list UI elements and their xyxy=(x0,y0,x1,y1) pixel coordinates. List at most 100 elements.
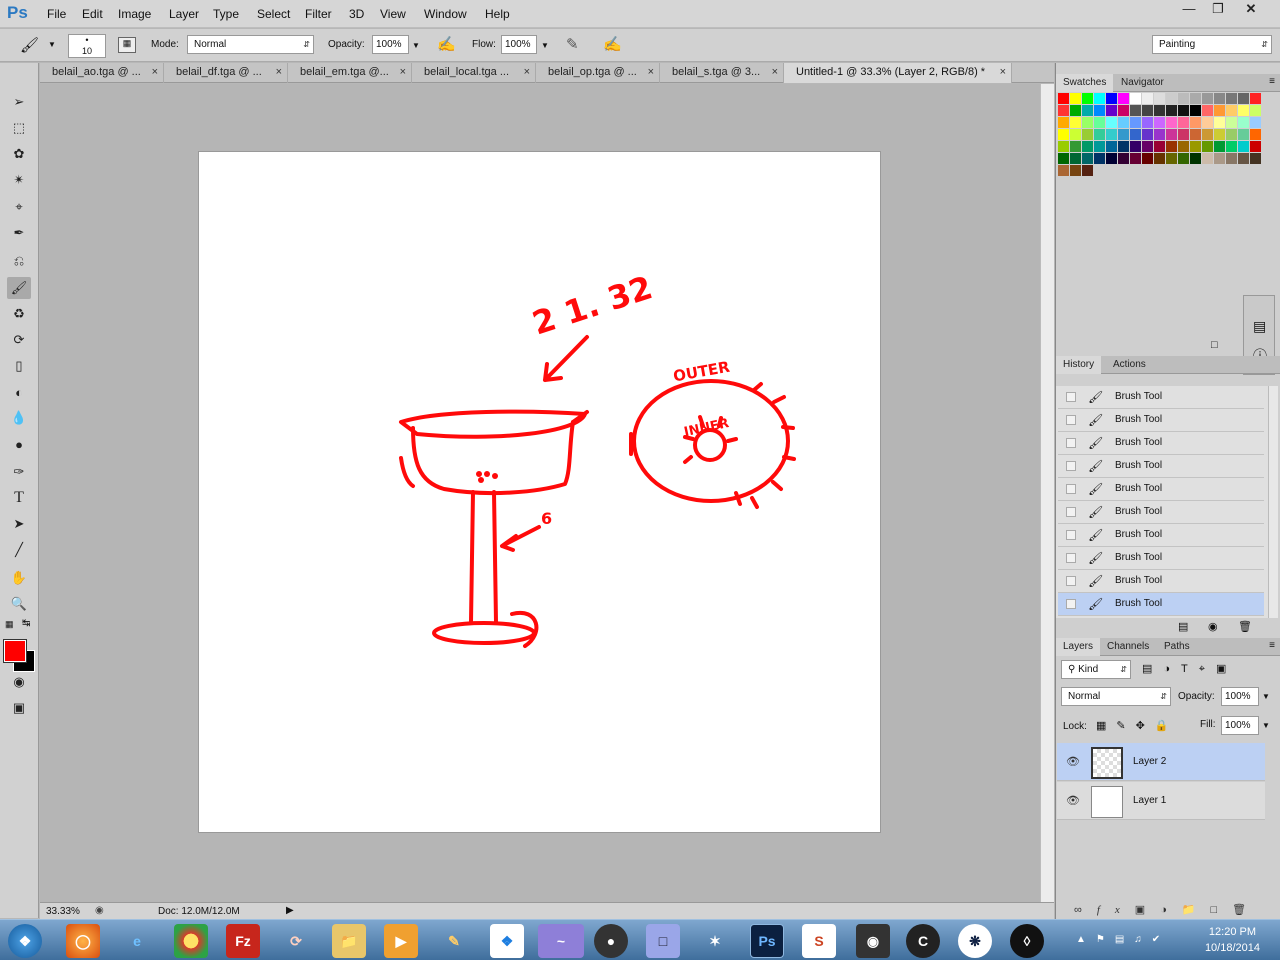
color-swatch[interactable] xyxy=(1094,129,1105,140)
paint-app-icon[interactable]: ✎ xyxy=(437,924,471,958)
color-swatch[interactable] xyxy=(1118,141,1129,152)
color-swatch[interactable] xyxy=(1166,93,1177,104)
color-swatch[interactable] xyxy=(1106,117,1117,128)
opacity-dropdown-icon[interactable]: ▼ xyxy=(412,41,420,50)
zoom-level[interactable]: 33.33% xyxy=(46,906,80,917)
color-swatch[interactable] xyxy=(1082,129,1093,140)
color-swatch[interactable] xyxy=(1058,129,1069,140)
layer-row-layer-1[interactable]: 👁 Layer 1 xyxy=(1057,782,1265,820)
clone-stamp-tool-icon[interactable]: ♻ xyxy=(7,303,31,325)
color-swatch[interactable] xyxy=(1166,141,1177,152)
line-tool-icon[interactable]: ╱ xyxy=(7,539,31,561)
color-swatch[interactable] xyxy=(1142,129,1153,140)
screen-mode-icon[interactable]: ▣ xyxy=(7,697,31,719)
menu-file[interactable]: File xyxy=(47,7,66,21)
tab-paths[interactable]: Paths xyxy=(1157,638,1197,656)
color-swatch[interactable] xyxy=(1178,141,1189,152)
color-swatch[interactable] xyxy=(1202,129,1213,140)
delete-state-icon[interactable]: 🗑 xyxy=(1238,620,1252,633)
status-options-icon[interactable]: ◉ xyxy=(95,905,104,916)
minimize-icon[interactable]: — xyxy=(1174,0,1204,18)
opacity-dropdown-icon[interactable]: ▼ xyxy=(1262,692,1270,701)
color-swatch[interactable] xyxy=(1202,105,1213,116)
lasso-tool-icon[interactable]: ✿ xyxy=(7,143,31,165)
brush-size-picker[interactable]: • 10 xyxy=(68,34,106,58)
new-swatch-icon[interactable]: □ xyxy=(1211,339,1218,351)
color-swatch[interactable] xyxy=(1058,165,1069,176)
layer-opacity-input[interactable]: 100% xyxy=(1221,687,1259,706)
color-swatch[interactable] xyxy=(1250,93,1261,104)
history-checkbox[interactable] xyxy=(1066,507,1076,517)
color-swatch[interactable] xyxy=(1154,93,1165,104)
healing-brush-tool-icon[interactable]: ⎌ xyxy=(7,250,31,272)
color-swatch[interactable] xyxy=(1118,93,1129,104)
chevron-down-icon[interactable]: ▼ xyxy=(48,40,56,49)
dropbox-icon[interactable]: ❖ xyxy=(490,924,524,958)
history-checkbox[interactable] xyxy=(1066,576,1076,586)
color-swatch[interactable] xyxy=(1238,93,1249,104)
swap-colors-icon[interactable]: ↹ xyxy=(22,618,30,629)
color-swatch[interactable] xyxy=(1178,129,1189,140)
history-item[interactable]: 🖌 Brush Tool xyxy=(1058,547,1264,570)
history-item[interactable]: 🖌 Brush Tool xyxy=(1058,386,1264,409)
foreground-color-swatch[interactable] xyxy=(3,639,27,663)
color-swatch[interactable] xyxy=(1106,153,1117,164)
history-item-current[interactable]: 🖌 Brush Tool xyxy=(1058,593,1264,616)
blur-tool-icon[interactable]: 💧 xyxy=(7,407,31,429)
paint-bucket-tool-icon[interactable]: ◐ xyxy=(7,381,31,403)
tab-untitled-1[interactable]: Untitled-1 @ 33.3% (Layer 2, RGB/8) * × xyxy=(784,63,1012,83)
blend-mode-select[interactable]: Normal ⇵ xyxy=(1061,687,1171,706)
color-swatch[interactable] xyxy=(1154,117,1165,128)
color-swatch[interactable] xyxy=(1190,117,1201,128)
pressure-opacity-icon[interactable]: ✍ xyxy=(437,35,456,53)
color-swatch[interactable] xyxy=(1070,141,1081,152)
crazybump-icon[interactable]: C xyxy=(906,924,940,958)
color-swatch[interactable] xyxy=(1178,105,1189,116)
close-icon[interactable]: × xyxy=(1000,63,1006,82)
tab-actions[interactable]: Actions xyxy=(1106,356,1153,374)
eraser-tool-icon[interactable]: ▯ xyxy=(7,355,31,377)
color-swatch[interactable] xyxy=(1166,129,1177,140)
tab-history[interactable]: History xyxy=(1056,356,1102,374)
menu-layer[interactable]: Layer xyxy=(169,7,199,21)
system-tray-icons[interactable]: ▲⚑▤♫✔ xyxy=(1076,934,1170,945)
color-swatch[interactable] xyxy=(1178,153,1189,164)
filezilla-icon[interactable]: Fz xyxy=(226,924,260,958)
history-checkbox[interactable] xyxy=(1066,415,1076,425)
eye-icon[interactable]: 👁 xyxy=(1066,755,1080,768)
eyedropper-tool-icon[interactable]: ✒ xyxy=(7,222,31,244)
close-icon[interactable]: × xyxy=(524,63,530,82)
uv-app-icon[interactable]: □ xyxy=(646,924,680,958)
marmoset-icon[interactable]: ◉ xyxy=(856,924,890,958)
panel-menu-icon[interactable]: ≡ xyxy=(1269,76,1275,87)
color-swatch[interactable] xyxy=(1130,129,1141,140)
sync-app-icon[interactable]: ⟳ xyxy=(279,924,313,958)
color-swatch[interactable] xyxy=(1238,105,1249,116)
color-swatch[interactable] xyxy=(1226,153,1237,164)
chrome-icon[interactable] xyxy=(174,924,208,958)
color-swatch[interactable] xyxy=(1094,105,1105,116)
pen-tool-icon[interactable]: ✑ xyxy=(7,461,31,483)
flow-input[interactable]: 100% xyxy=(501,35,537,54)
close-icon[interactable]: × xyxy=(772,63,778,82)
color-swatch[interactable] xyxy=(1238,129,1249,140)
color-swatch[interactable] xyxy=(1226,105,1237,116)
tab-channels[interactable]: Channels xyxy=(1100,638,1156,656)
color-swatch[interactable] xyxy=(1142,153,1153,164)
menu-view[interactable]: View xyxy=(380,7,406,21)
color-swatch[interactable] xyxy=(1178,117,1189,128)
color-swatch[interactable] xyxy=(1190,153,1201,164)
pressure-size-icon[interactable]: ✍ xyxy=(603,35,622,53)
color-swatch[interactable] xyxy=(1094,93,1105,104)
color-swatch[interactable] xyxy=(1238,117,1249,128)
layer-name[interactable]: Layer 1 xyxy=(1133,795,1166,806)
close-icon[interactable]: × xyxy=(152,63,158,82)
color-swatch[interactable] xyxy=(1238,153,1249,164)
marquee-tool-icon[interactable]: ⬚ xyxy=(7,117,31,139)
history-checkbox[interactable] xyxy=(1066,553,1076,563)
history-checkbox[interactable] xyxy=(1066,461,1076,471)
menu-type[interactable]: Type xyxy=(213,7,239,21)
color-swatch[interactable] xyxy=(1214,141,1225,152)
color-swatch[interactable] xyxy=(1082,141,1093,152)
layer-filter-select[interactable]: ⚲ Kind ⇵ xyxy=(1061,660,1131,679)
